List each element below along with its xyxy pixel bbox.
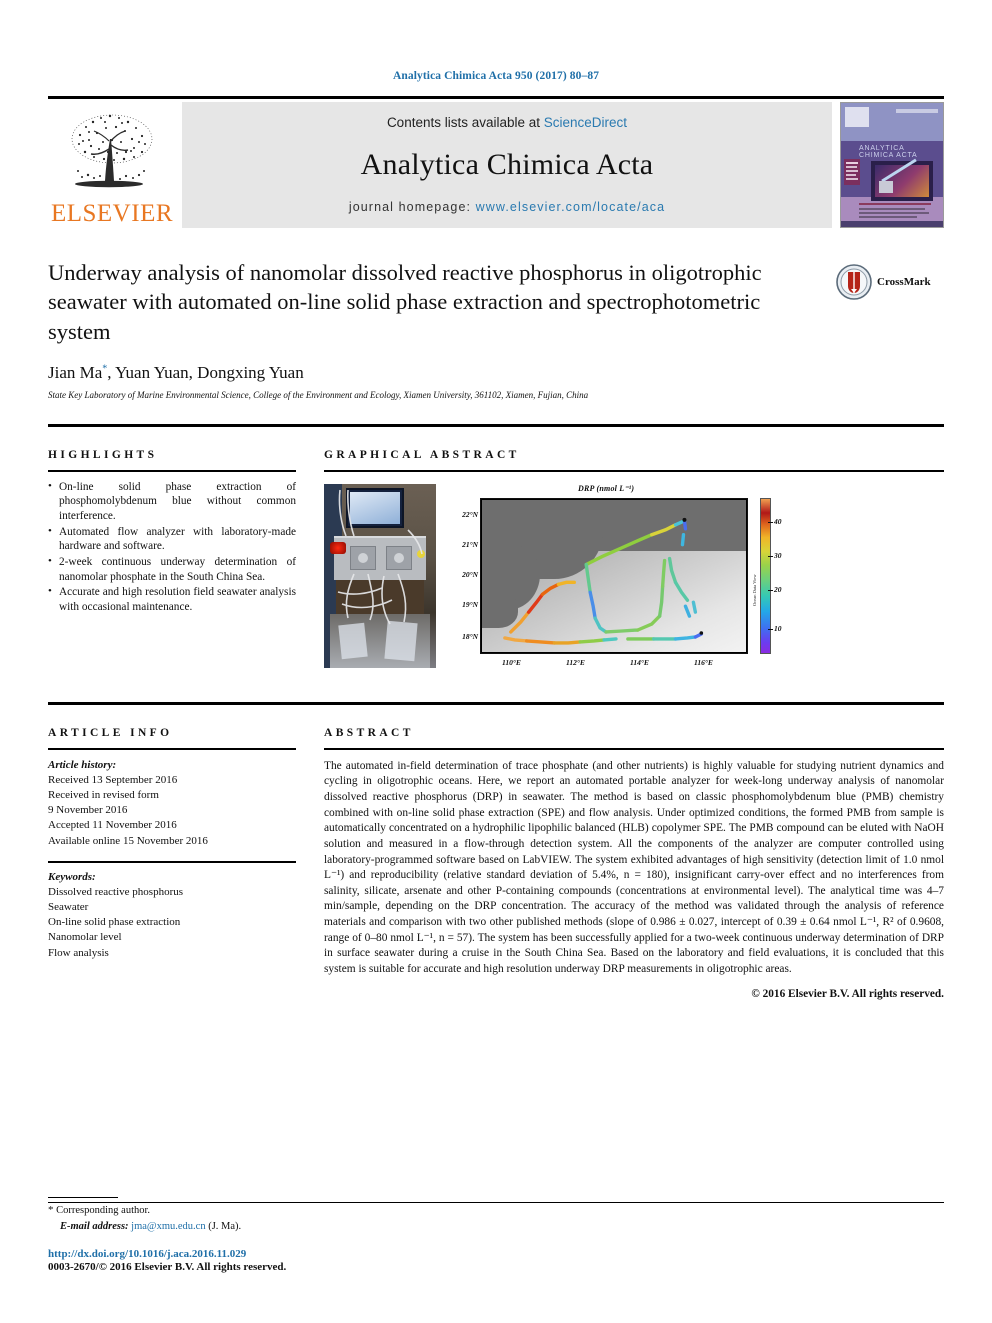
abstract-copyright: © 2016 Elsevier B.V. All rights reserved… [751,987,944,1000]
journal-masthead: ELSEVIER Contents lists available at Sci… [48,102,944,228]
crossmark-icon [836,264,872,300]
graphical-abstract-heading: GRAPHICAL ABSTRACT [324,448,520,461]
highlights-heading: HIGHLIGHTS [48,448,158,461]
info-abstract-row: ARTICLE INFO Article history: Received 1… [48,727,944,1000]
article-info-heading: ARTICLE INFO [48,726,173,739]
contents-available-line: Contents lists available at ScienceDirec… [387,115,627,130]
elsevier-logo: ELSEVIER [48,102,176,228]
keywords-label: Keywords: [48,870,96,883]
email-label: E-mail address: [60,1220,129,1232]
y-tick-label: 18°N [462,631,478,641]
keyword-item: Dissolved reactive phosphorus [48,885,184,898]
email-line: E-mail address: jma@xmu.edu.cn (J. Ma). [48,1219,548,1234]
y-tick-label: 22°N [462,509,478,519]
history-line: Accepted 11 November 2016 [48,819,177,832]
colorbar-tick-label: 20 [768,584,782,594]
highlights-ga-row: HIGHLIGHTS On-line solid phase extractio… [48,449,944,680]
elsevier-wordmark: ELSEVIER [50,200,174,227]
article-info-rule [48,747,296,750]
keyword-item: Flow analysis [48,946,109,959]
x-tick-label: 116°E [694,657,713,667]
chart-title: DRP (nmol L⁻¹) [578,483,635,493]
x-tick-label: 112°E [566,657,585,667]
list-item: On-line solid phase extraction of phosph… [48,479,296,524]
graphical-abstract-column: GRAPHICAL ABSTRACT DRP (nmol L⁻¹) 22°N 2… [324,449,944,680]
history-line: Available online 15 November 2016 [48,834,208,847]
homepage-prefix: journal homepage: [348,200,476,214]
footnote-rule [48,1196,118,1198]
y-tick-label: 21°N [462,539,478,549]
doi-link[interactable]: http://dx.doi.org/10.1016/j.aca.2016.11.… [48,1248,548,1260]
article-history: Article history: Received 13 September 2… [48,758,296,849]
graphical-abstract-figure: DRP (nmol L⁻¹) 22°N 21°N 20°N 19°N 18°N … [324,483,944,680]
author-list: Jian Ma*, Yuan Yuan, Dongxing Yuan [48,363,824,383]
instrument-photo [324,483,436,668]
author-others: , Yuan Yuan, Dongxing Yuan [107,362,304,382]
map-plot-area [480,497,748,654]
colorbar-tick-label: 40 [768,516,782,526]
journal-citation-line: Analytica Chimica Acta 950 (2017) 80–87 [392,70,600,82]
journal-homepage-link[interactable]: www.elsevier.com/locate/aca [476,200,666,214]
history-line: Received 13 September 2016 [48,773,178,786]
elsevier-tree-icon [71,114,153,188]
issn-copyright: 0003-2670/© 2016 Elsevier B.V. All right… [48,1261,287,1273]
keywords-block: Keywords: Dissolved reactive phosphorus … [48,870,296,961]
colorbar-tick-label: 10 [768,623,782,633]
keyword-item: Seawater [48,901,89,914]
footnote-star-icon: * [48,1203,54,1216]
highlights-rule [48,469,296,472]
y-tick-label: 20°N [462,569,478,579]
article-first-page: Analytica Chimica Acta 950 (2017) 80–87 [0,0,992,1323]
abstract-heading: ABSTRACT [324,726,414,739]
corresponding-author-text: Corresponding author. [56,1204,151,1216]
page-footer: * Corresponding author. E-mail address: … [48,1196,548,1273]
article-info-column: ARTICLE INFO Article history: Received 1… [48,727,296,1000]
article-history-label: Article history: [48,758,117,771]
email-link[interactable]: jma@xmu.edu.cn [131,1221,205,1232]
list-item: Accurate and high resolution field seawa… [48,584,296,614]
tubing-overlay [337,489,423,625]
x-tick-label: 114°E [630,657,649,667]
abstract-column: ABSTRACT The automated in-field determin… [324,727,944,1000]
list-item: 2-week continuous underway determination… [48,554,296,584]
x-tick-label: 110°E [502,657,521,667]
list-item: Automated flow analyzer with laboratory-… [48,524,296,554]
abstract-rule [324,747,944,750]
sciencedirect-link[interactable]: ScienceDirect [544,115,627,130]
keyword-item: On-line solid phase extraction [48,916,181,929]
author-primary: Jian Ma [48,362,103,382]
crossmark-badge[interactable]: CrossMark [836,262,944,302]
abstract-text: The automated in-field determination of … [324,759,944,975]
info-abstract-top-rule [48,701,944,705]
masthead-top-rule [48,96,944,99]
colorbar-tick-label: 30 [768,550,782,560]
corresponding-author-note: * Corresponding author. [48,1203,548,1219]
colorbar-attribution: Ocean Data View [752,574,757,606]
journal-homepage-line: journal homepage: www.elsevier.com/locat… [349,200,665,214]
affiliation: State Key Laboratory of Marine Environme… [48,389,589,400]
journal-cover-thumbnail: ANALYTICA CHIMICA ACTA [840,102,944,228]
graphical-abstract-rule [324,469,944,472]
highlights-list: On-line solid phase extraction of phosph… [48,479,296,615]
highlights-column: HIGHLIGHTS On-line solid phase extractio… [48,449,296,680]
keywords-rule [48,860,296,863]
keyword-item: Nanomolar level [48,931,122,944]
crossmark-label: CrossMark [877,276,931,288]
content-top-rule [48,423,944,427]
contents-prefix: Contents lists available at [386,115,544,130]
title-block: Underway analysis of nanomolar dissolved… [48,258,944,400]
history-line: Received in revised form [48,789,159,802]
drp-map-figure: DRP (nmol L⁻¹) 22°N 21°N 20°N 19°N 18°N … [446,484,798,680]
journal-title: Analytica Chimica Acta [360,148,654,181]
y-tick-label: 19°N [462,599,478,609]
email-owner: (J. Ma). [208,1220,242,1232]
history-line: 9 November 2016 [48,804,128,817]
page-title: Underway analysis of nanomolar dissolved… [48,260,762,344]
journal-banner: Contents lists available at ScienceDirec… [182,102,832,228]
